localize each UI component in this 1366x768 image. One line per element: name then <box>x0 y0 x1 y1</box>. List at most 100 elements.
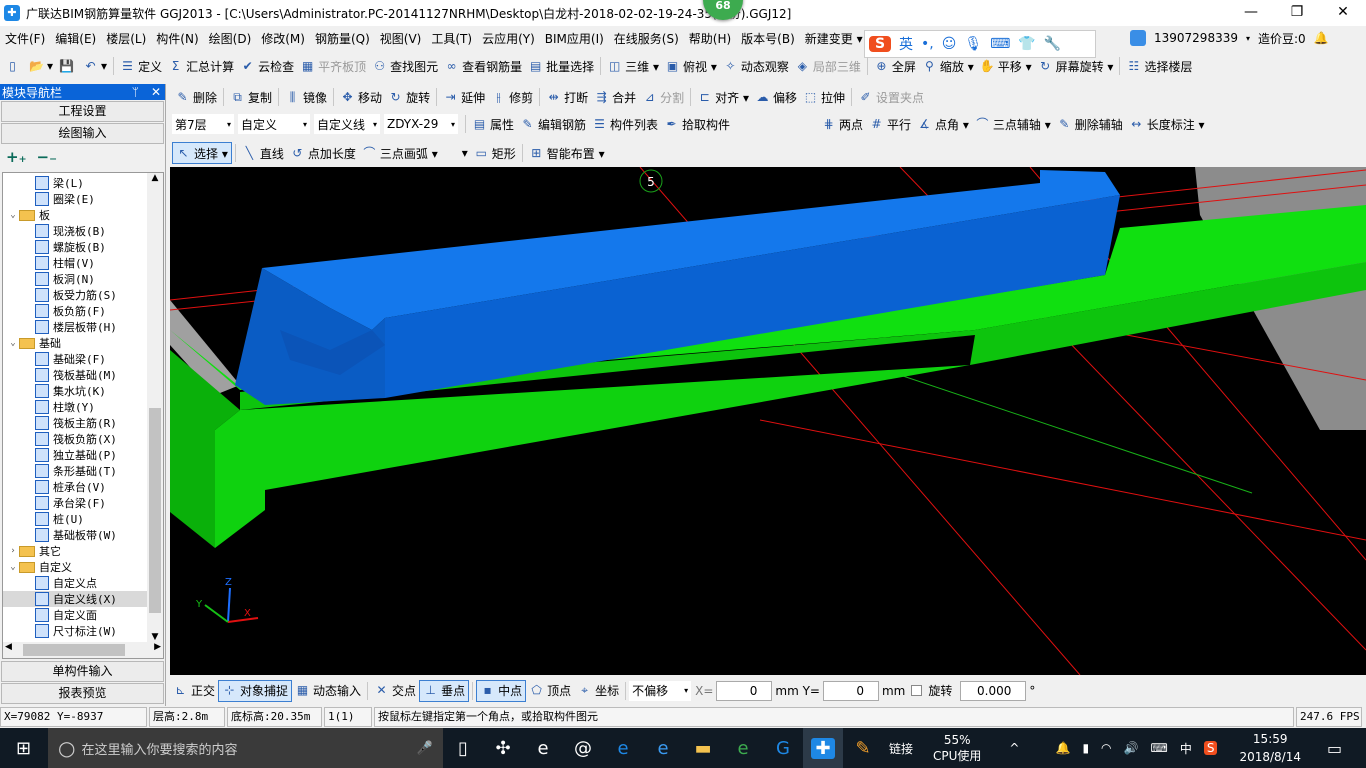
chevron-right-icon[interactable]: › <box>7 546 19 556</box>
midpoint-button[interactable]: ▪ 中点 <box>476 679 527 702</box>
x-input[interactable]: 0 <box>716 680 773 701</box>
tree-node[interactable]: ⌄ 基础 <box>3 335 163 351</box>
collapse-all-icon[interactable]: −₋ <box>37 148 58 166</box>
tree-node[interactable]: 自定义线(X) <box>3 591 163 607</box>
windows-start-icon[interactable]: ⊞ <box>16 738 31 759</box>
menu-item[interactable]: 编辑(E) <box>50 30 101 47</box>
toolbar-combo[interactable]: ZDYX-29 ▾ <box>384 114 458 134</box>
emoji-icon[interactable]: ☺ <box>942 36 957 52</box>
dynamic-input-button[interactable]: ▦ 动态输入 <box>292 680 364 702</box>
fullscreen-button[interactable]: ⊕ 全屏 <box>871 55 919 77</box>
menu-item[interactable]: 在线服务(S) <box>609 30 684 47</box>
tree-horizontal-scrollbar[interactable]: ◀ ▶ <box>3 642 163 658</box>
ie-gray-icon[interactable]: e <box>523 728 563 768</box>
toolbar-combo[interactable]: 自定义 ▾ <box>238 114 310 134</box>
taskbar-search[interactable]: ○ 在这里输入你要搜索的内容 🎤 <box>48 728 443 768</box>
mirror-button[interactable]: ⫼ 镜像 <box>282 86 330 108</box>
offset-button[interactable]: ☁ 偏移 <box>752 86 800 108</box>
sogou-tray-icon[interactable]: S <box>1203 741 1218 755</box>
blank-combo-button[interactable]: ▾ <box>441 142 471 164</box>
single-component-input-button[interactable]: 单构件输入 <box>1 661 164 682</box>
cursor-button[interactable]: ↖ 选择 ▾ <box>172 142 232 164</box>
user-account[interactable]: 13907298339 <box>1154 31 1238 45</box>
expand-all-icon[interactable]: +₊ <box>6 148 27 166</box>
vertex-button[interactable]: ⬠ 顶点 <box>526 680 574 702</box>
two-point-button[interactable]: ⋕ 两点 <box>818 113 866 135</box>
drawing-input-button[interactable]: 绘图输入 <box>1 123 164 144</box>
offset-mode-select[interactable]: 不偏移 ▾ <box>629 680 692 701</box>
skin-icon[interactable]: 👕 <box>1018 36 1035 52</box>
ie-icon[interactable]: e <box>643 728 683 768</box>
delete-button[interactable]: ✎ 删除 <box>172 86 220 108</box>
tree-node[interactable]: 柱墩(Y) <box>3 399 163 415</box>
dimension-button[interactable]: ↔ 长度标注 ▾ <box>1126 113 1208 135</box>
rectangle-button[interactable]: ▭ 矩形 <box>471 142 519 164</box>
minimize-button[interactable]: — <box>1228 0 1274 26</box>
glodon-g-icon[interactable]: G <box>763 728 803 768</box>
maximize-button[interactable]: ❐ <box>1274 0 1320 26</box>
rotate-screen-button[interactable]: ↻ 屏幕旋转 ▾ <box>1035 55 1117 77</box>
arc-button[interactable]: ⌒ 三点画弧 ▾ <box>359 142 441 164</box>
break-button[interactable]: ⇹ 打断 <box>543 86 591 108</box>
tree-node[interactable]: 筏板主筋(R) <box>3 415 163 431</box>
keyboard-icon[interactable]: ⌨ <box>1150 741 1167 755</box>
menu-item[interactable]: 文件(F) <box>0 30 50 47</box>
link-label[interactable]: 链接 <box>889 740 913 757</box>
wrench-icon[interactable]: 🔧 <box>1044 36 1061 52</box>
point-length-button[interactable]: ↺ 点加长度 <box>287 142 359 164</box>
tree-node[interactable]: 现浇板(B) <box>3 223 163 239</box>
tree-node[interactable]: › 其它 <box>3 543 163 559</box>
tree-node[interactable]: 集水坑(K) <box>3 383 163 399</box>
merge-button[interactable]: ⇶ 合并 <box>591 86 639 108</box>
point-angle-button[interactable]: ∡ 点角 ▾ <box>914 113 972 135</box>
tree-node[interactable]: 基础板带(W) <box>3 527 163 543</box>
tree-node[interactable]: ⌄ 自定义 <box>3 559 163 575</box>
tree-node[interactable]: 自定义点 <box>3 575 163 591</box>
notification-icon[interactable]: 🔔 <box>1055 741 1070 755</box>
edge-icon[interactable]: e <box>603 728 643 768</box>
batch-select-button[interactable]: ▤ 批量选择 <box>525 55 597 77</box>
extend-button[interactable]: ⇥ 延伸 <box>440 86 488 108</box>
perpendicular-button[interactable]: ⊥ 垂点 <box>419 679 470 702</box>
tree-node[interactable]: 楼层板带(H) <box>3 319 163 335</box>
chevron-down-icon[interactable]: ⌄ <box>7 210 19 220</box>
define-button[interactable]: ☰ 定义 <box>117 55 165 77</box>
trim-button[interactable]: ⫲ 修剪 <box>488 86 536 108</box>
line-button[interactable]: ╲ 直线 <box>239 142 287 164</box>
y-input[interactable]: 0 <box>822 680 879 701</box>
menu-item[interactable]: 楼层(L) <box>101 30 151 47</box>
rotate-button[interactable]: ↻ 旋转 <box>385 86 433 108</box>
tree-node[interactable]: 筏板负筋(X) <box>3 431 163 447</box>
local-3d-button[interactable]: ◈ 局部三维 <box>792 55 864 77</box>
menu-item[interactable]: 版本号(B) <box>736 30 800 47</box>
binoculars-button[interactable]: ⚇ 查找图元 <box>369 55 441 77</box>
menu-item[interactable]: 构件(N) <box>151 30 203 47</box>
menu-item[interactable]: 绘图(D) <box>204 30 257 47</box>
file-explorer-icon[interactable]: ▬ <box>683 728 723 768</box>
rotate-input[interactable]: 0.000 <box>960 680 1027 701</box>
properties-button[interactable]: ▤ 属性 <box>469 113 517 135</box>
volume-icon[interactable]: 🔊 <box>1124 741 1139 755</box>
menu-item[interactable]: 钢筋量(Q) <box>310 30 375 47</box>
tree-node[interactable]: 柱帽(V) <box>3 255 163 271</box>
close-button[interactable]: ✕ <box>1320 0 1366 26</box>
battery-icon[interactable]: ▮ <box>1082 741 1089 755</box>
tree-node[interactable]: 螺旋板(B) <box>3 239 163 255</box>
three-point-axis-button[interactable]: ⌒ 三点辅轴 ▾ <box>972 113 1054 135</box>
edit-rebar-button[interactable]: ✎ 编辑钢筋 <box>517 113 589 135</box>
menu-item[interactable]: BIM应用(I) <box>540 30 609 47</box>
align-slab-button[interactable]: ▦ 平齐板顶 <box>297 55 369 77</box>
intersection-button[interactable]: ✕ 交点 <box>371 680 419 702</box>
tree-node[interactable]: 梁(L) <box>3 175 163 191</box>
align-button[interactable]: ⊏ 对齐 ▾ <box>694 86 752 108</box>
wifi-icon[interactable]: ◠ <box>1101 741 1111 755</box>
tree-node[interactable]: 桩(U) <box>3 511 163 527</box>
tree-node[interactable]: 桩承台(V) <box>3 479 163 495</box>
smart-layout-button[interactable]: ⊞ 智能布置 ▾ <box>526 142 608 164</box>
snap-button[interactable]: ⊹ 对象捕捉 <box>218 679 293 702</box>
task-view-icon[interactable]: ▯ <box>443 728 483 768</box>
bell-icon[interactable]: 🔔 <box>1314 31 1329 45</box>
tree-node[interactable]: 独立基础(P) <box>3 447 163 463</box>
toolbar-combo[interactable]: 自定义线 ▾ <box>314 114 380 134</box>
menu-item[interactable]: 工具(T) <box>426 30 477 47</box>
